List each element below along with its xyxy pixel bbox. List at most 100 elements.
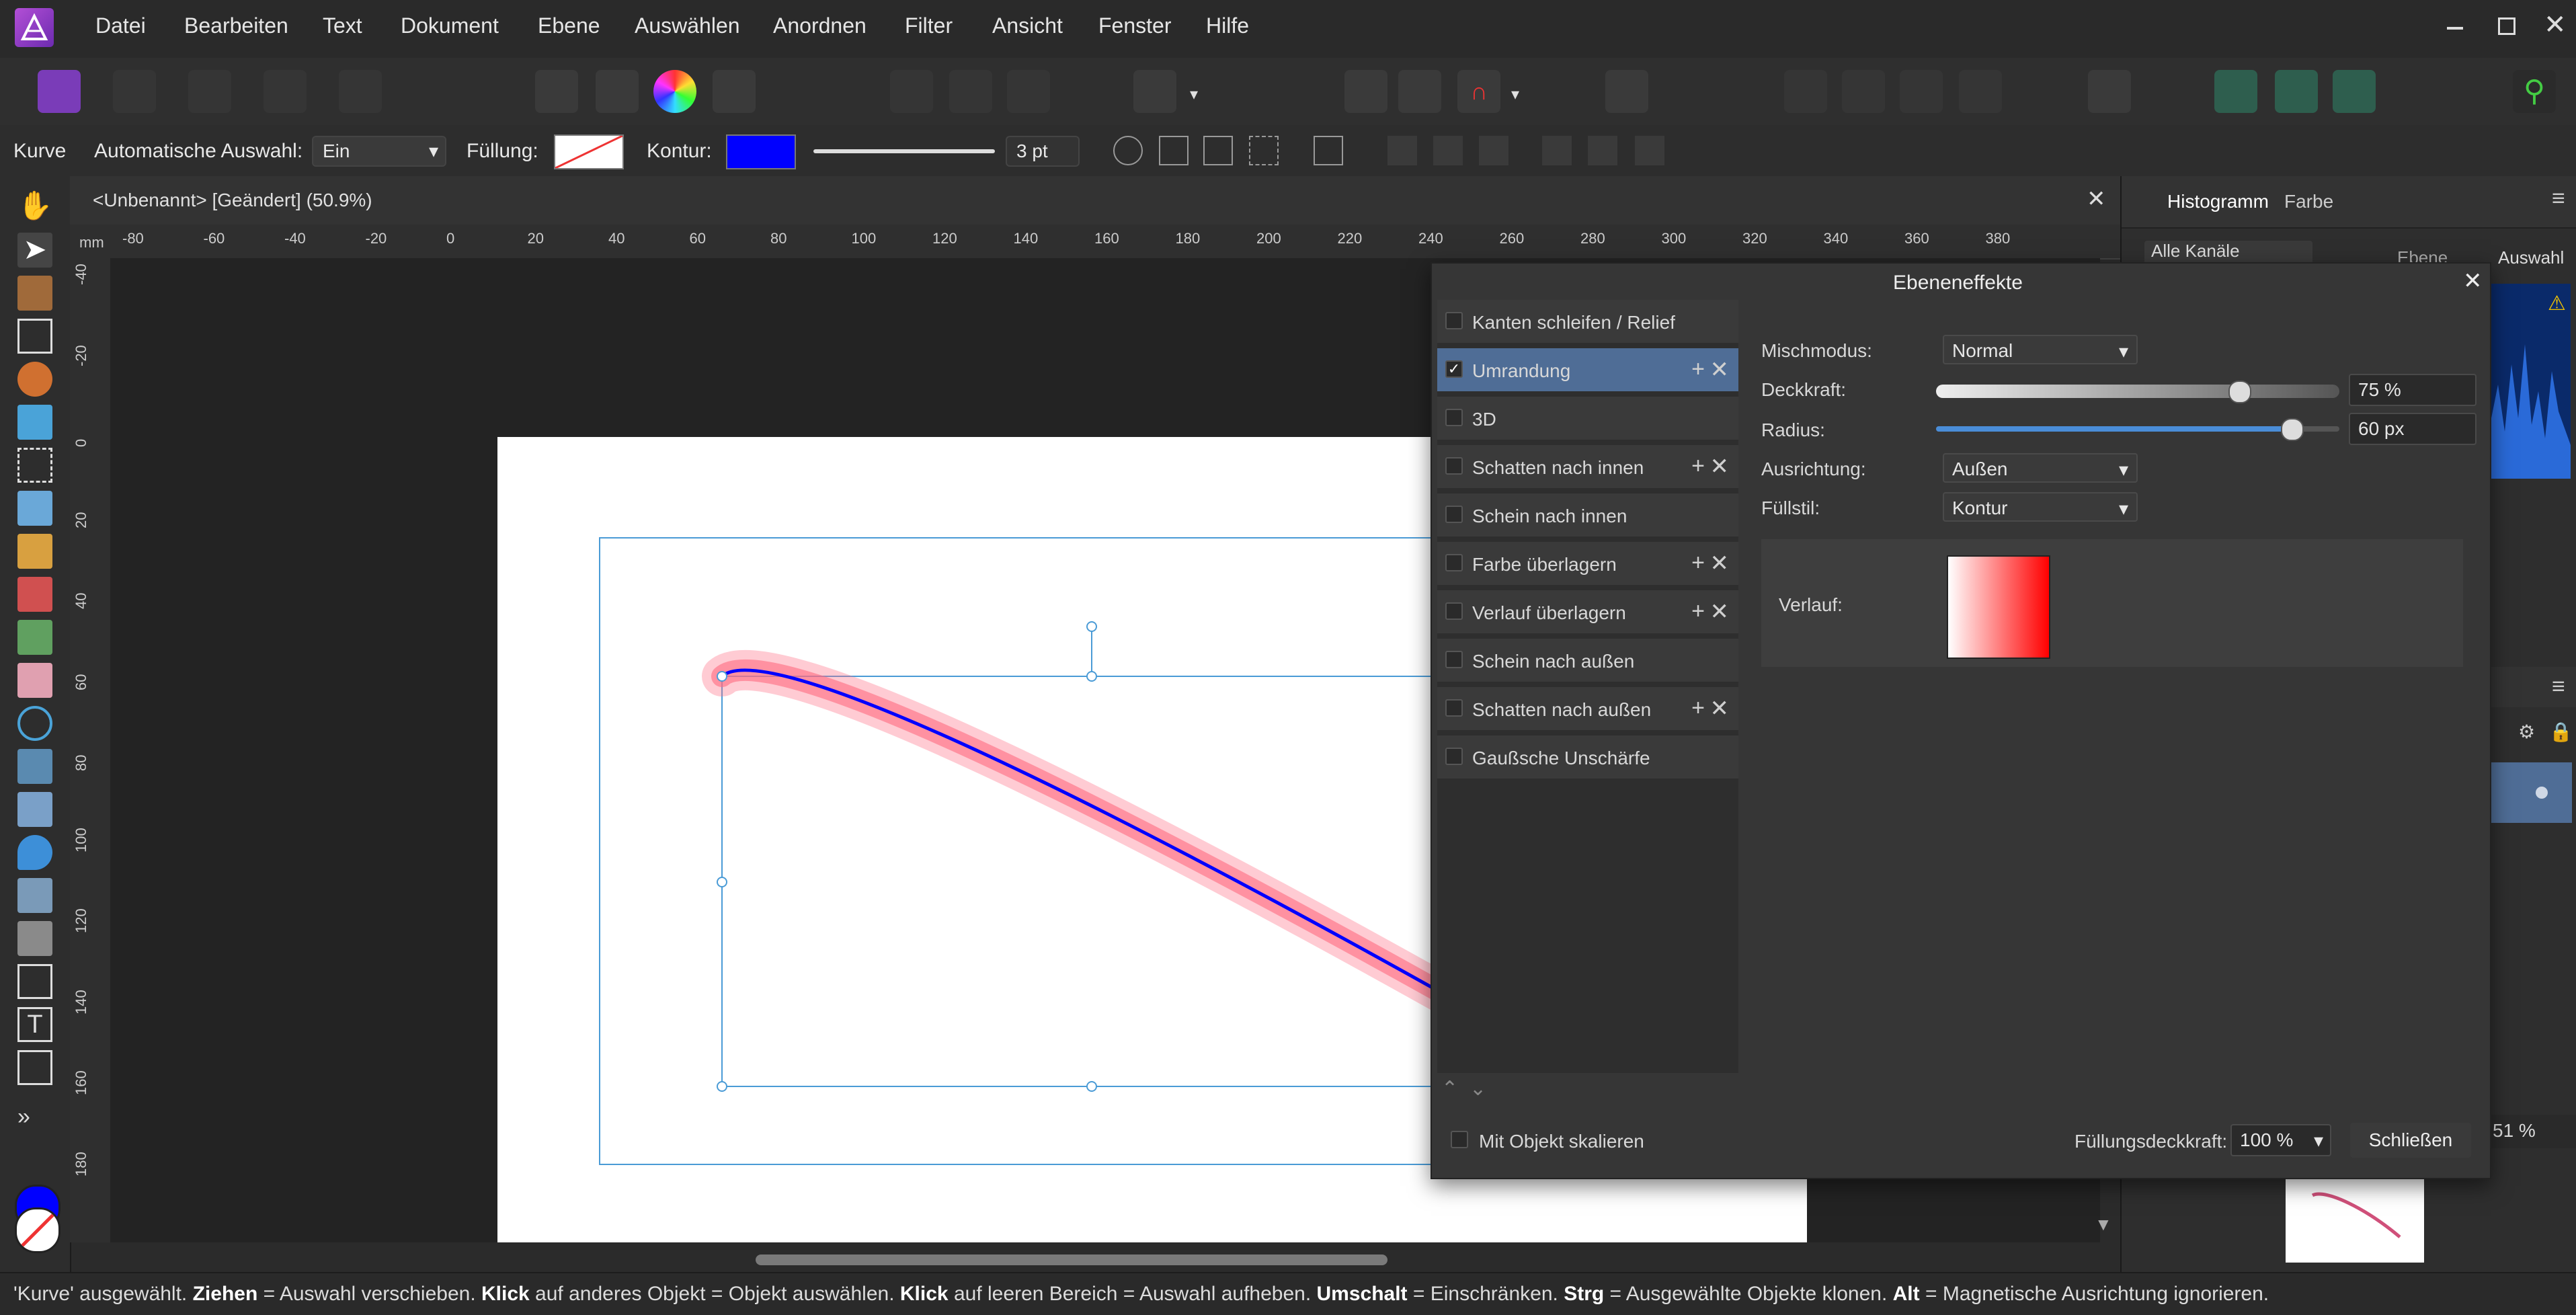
paint-brush-icon[interactable]: [17, 577, 52, 612]
boolean-subtract-icon[interactable]: [1842, 70, 1885, 113]
deselect-icon[interactable]: [949, 70, 992, 113]
dodge-tool-icon[interactable]: [17, 878, 52, 913]
effect-checkbox[interactable]: [1445, 699, 1463, 717]
document-tab[interactable]: <Unbenannt> [Geändert] (50.9%) ✕: [70, 176, 2120, 226]
mesh-tool-icon[interactable]: [17, 1050, 52, 1085]
close-icon[interactable]: ✕: [2544, 9, 2567, 40]
add-effect-icon[interactable]: +: [1691, 598, 1705, 625]
transform-grid-icon[interactable]: [1249, 136, 1279, 165]
opacity-slider[interactable]: [1936, 385, 2339, 398]
add-effect-icon[interactable]: +: [1691, 550, 1705, 576]
menu-filter[interactable]: Filter: [905, 13, 953, 38]
handle-bottom-left[interactable]: [717, 1081, 727, 1092]
blend-mode-dropdown[interactable]: Normal ▾: [1943, 335, 2138, 364]
horizontal-scrollbar[interactable]: [756, 1254, 1387, 1265]
effect-checkbox[interactable]: ✓: [1445, 360, 1463, 378]
fill-tool-icon[interactable]: [17, 362, 52, 397]
chevron-down-icon[interactable]: ▾: [1190, 85, 1198, 104]
align-right-icon[interactable]: [1479, 136, 1508, 165]
layer-lock-icon[interactable]: 🔒: [2549, 721, 2573, 743]
effect-row[interactable]: ✓ Umrandung + ✕: [1437, 348, 1738, 393]
more-tools-icon[interactable]: »: [17, 1104, 52, 1139]
menu-ansicht[interactable]: Ansicht: [992, 13, 1063, 38]
marquee-tool-icon[interactable]: [17, 448, 52, 483]
menu-auswaehlen[interactable]: Auswählen: [635, 13, 740, 38]
close-document-icon[interactable]: ✕: [2087, 186, 2106, 212]
flood-select-icon[interactable]: [17, 491, 52, 526]
crop-tool-icon[interactable]: [17, 319, 52, 354]
move-down-icon[interactable]: ⌄: [1470, 1077, 1486, 1101]
boolean-intersect-icon[interactable]: [1900, 70, 1943, 113]
style-icon[interactable]: [264, 70, 307, 113]
stroke-swatch[interactable]: [726, 134, 796, 169]
node-tool-icon[interactable]: [17, 276, 52, 311]
effect-row[interactable]: Gaußsche Unschärfe: [1437, 735, 1738, 780]
rectangle-tool-icon[interactable]: [17, 964, 52, 999]
alignment-dropdown[interactable]: Außen ▾: [1943, 453, 2138, 483]
zoom-field[interactable]: 51 %: [2487, 1115, 2576, 1148]
transform-mode-icon[interactable]: [1159, 136, 1189, 165]
levels-icon[interactable]: [535, 70, 578, 113]
effect-row[interactable]: Schein nach außen: [1437, 639, 1738, 683]
transform-rotate-icon[interactable]: [1314, 136, 1343, 165]
mask-icon[interactable]: [2333, 70, 2376, 113]
effect-checkbox[interactable]: [1445, 312, 1463, 329]
effect-row[interactable]: Schein nach innen: [1437, 493, 1738, 538]
close-button[interactable]: Schließen: [2350, 1123, 2471, 1158]
remove-effect-icon[interactable]: ✕: [1710, 356, 1730, 383]
move-up-icon[interactable]: ⌃: [1441, 1077, 1458, 1101]
effect-row[interactable]: Verlauf überlagern + ✕: [1437, 590, 1738, 635]
move-tool-icon[interactable]: ➤: [17, 233, 52, 268]
radius-field[interactable]: 60 px: [2349, 413, 2477, 445]
tab-farbe[interactable]: Farbe: [2284, 191, 2333, 212]
boolean-divide-icon[interactable]: [1959, 70, 2002, 113]
remove-effect-icon[interactable]: ✕: [1710, 550, 1730, 577]
minimize-icon[interactable]: [2447, 27, 2463, 30]
panel-menu-icon[interactable]: ≡: [2552, 186, 2565, 212]
fill-opacity-dropdown[interactable]: 100 % ▾: [2230, 1124, 2331, 1156]
account-icon[interactable]: ⚲: [2513, 70, 2556, 113]
effect-checkbox[interactable]: [1445, 457, 1463, 475]
layer-visibility-icon[interactable]: [2536, 787, 2548, 799]
transform-corner-icon[interactable]: [1203, 136, 1233, 165]
contrast-icon[interactable]: [596, 70, 639, 113]
effect-checkbox[interactable]: [1445, 554, 1463, 571]
effect-row[interactable]: Kanten schleifen / Relief: [1437, 300, 1738, 344]
menu-fenster[interactable]: Fenster: [1098, 13, 1171, 38]
restore-icon[interactable]: [2498, 17, 2515, 35]
handle-bottom-center[interactable]: [1086, 1081, 1097, 1092]
vector-persona-icon[interactable]: [188, 70, 231, 113]
pen-tool-icon[interactable]: [17, 921, 52, 956]
align-middle-icon[interactable]: [1588, 136, 1617, 165]
gradient-swatch[interactable]: [1947, 555, 2050, 659]
effect-checkbox[interactable]: [1445, 748, 1463, 765]
layer-row-selected[interactable]: [2491, 762, 2572, 823]
affinity-designer-logo-icon[interactable]: [15, 8, 54, 47]
smudge-tool-icon[interactable]: [17, 792, 52, 827]
handle-middle-left[interactable]: [717, 877, 727, 887]
tab-histogramm[interactable]: Histogramm: [2167, 191, 2269, 212]
stroke-width-field[interactable]: 3 pt: [1006, 136, 1080, 167]
magnet-icon[interactable]: ∩: [1457, 70, 1500, 113]
panel-menu-icon[interactable]: ≡: [2552, 674, 2565, 700]
add-effect-icon[interactable]: +: [1691, 356, 1705, 383]
hsl-icon[interactable]: [713, 70, 756, 113]
align-center-icon[interactable]: [1433, 136, 1463, 165]
menu-hilfe[interactable]: Hilfe: [1206, 13, 1249, 38]
magic-wand-icon[interactable]: [17, 405, 52, 440]
menu-bearbeiten[interactable]: Bearbeiten: [184, 13, 288, 38]
layer-settings-icon[interactable]: ⚙: [2518, 721, 2535, 743]
pixel-persona-icon[interactable]: [113, 70, 156, 113]
insert-icon[interactable]: [2275, 70, 2318, 113]
align-bottom-icon[interactable]: [1635, 136, 1664, 165]
effect-row[interactable]: 3D: [1437, 397, 1738, 441]
remove-effect-icon[interactable]: ✕: [1710, 695, 1730, 722]
fill-color-swatch[interactable]: [15, 1207, 61, 1253]
remove-effect-icon[interactable]: ✕: [1710, 453, 1730, 480]
effect-checkbox[interactable]: [1445, 651, 1463, 668]
snap-icon[interactable]: [1344, 70, 1387, 113]
align-bounds-icon[interactable]: [1398, 70, 1441, 113]
export-persona-icon[interactable]: [339, 70, 382, 113]
designer-persona-icon[interactable]: [38, 70, 81, 113]
text-tool-icon[interactable]: T: [17, 1007, 52, 1042]
